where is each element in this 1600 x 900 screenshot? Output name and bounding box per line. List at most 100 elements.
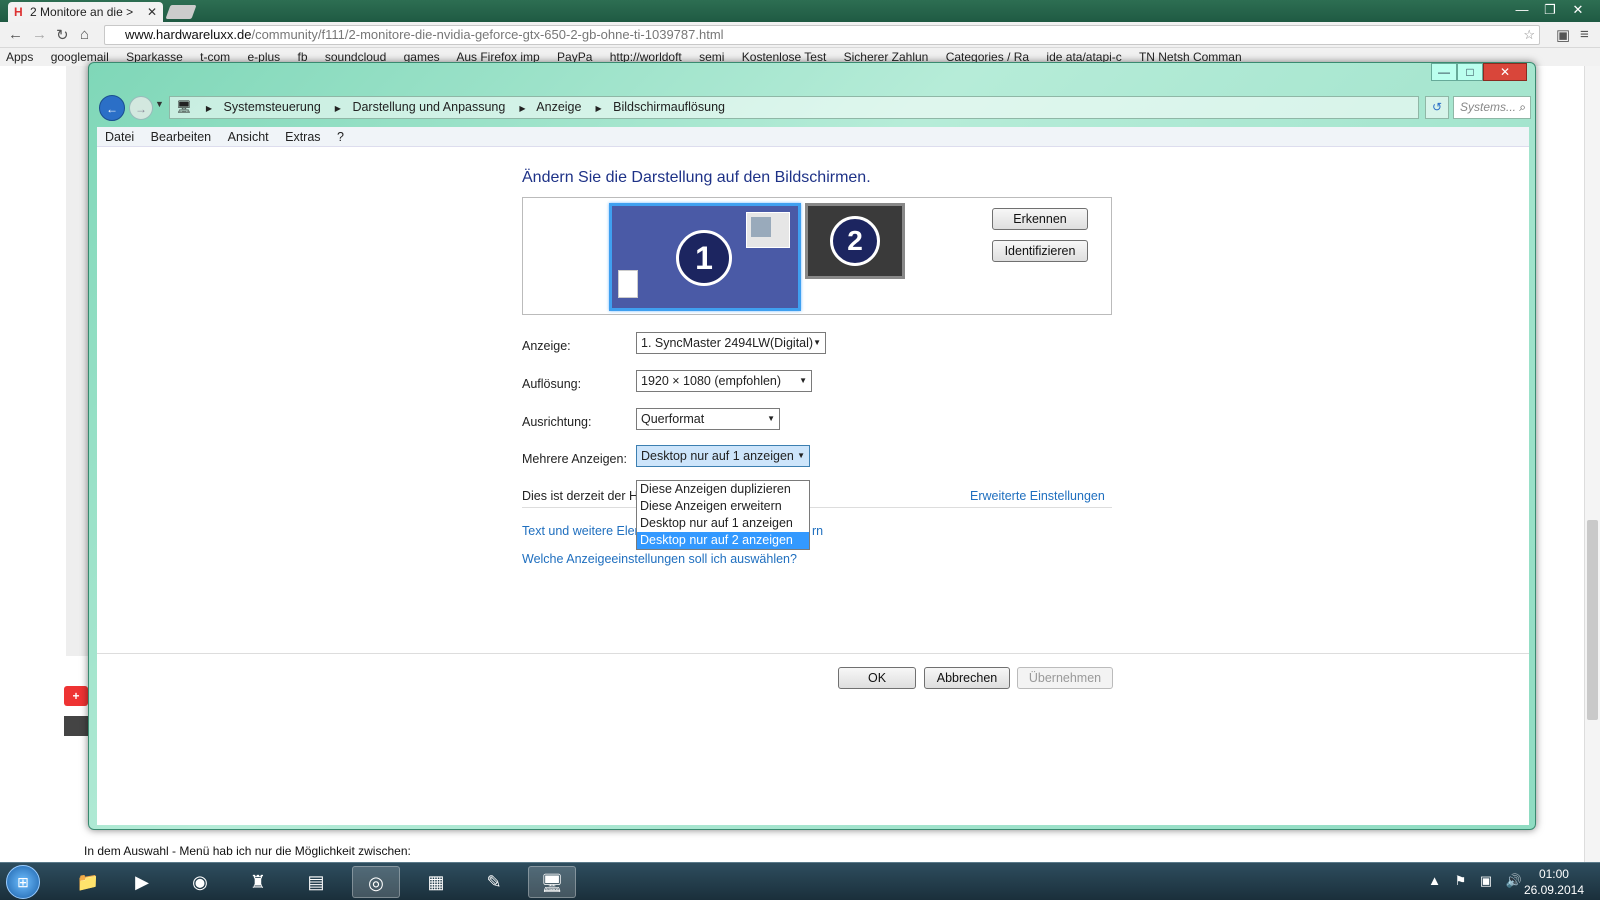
monitor-number: 1 <box>676 230 732 286</box>
option-only-1[interactable]: Desktop nur auf 1 anzeigen <box>637 515 809 532</box>
clock-time: 01:00 <box>1538 867 1569 881</box>
refresh-icon[interactable]: ↺ <box>1425 96 1449 119</box>
bookmark-apps[interactable]: Apps <box>6 50 33 64</box>
tray-expand-icon[interactable]: ▲ <box>1428 873 1441 888</box>
browser-window-controls: — ❐ ✕ <box>1508 0 1592 20</box>
window-app-icon[interactable]: ▤ <box>292 866 340 898</box>
main-content: Ändern Sie die Darstellung auf den Bilds… <box>97 147 1529 825</box>
maximize-icon[interactable]: □ <box>1457 63 1483 81</box>
ok-button[interactable]: OK <box>838 667 916 689</box>
taskbar: ⊞ 📁 ▶ ◉ ♜ ▤ ◎ ▦ ✎ 🖥 ▲ ⚑ ▣ 🔊 01:00 26.09.… <box>0 862 1600 900</box>
page-title: Ändern Sie die Darstellung auf den Bilds… <box>522 169 871 186</box>
menu-datei[interactable]: Datei <box>105 130 134 144</box>
option-duplicate[interactable]: Diese Anzeigen duplizieren <box>637 481 809 498</box>
home-icon[interactable]: ⌂ <box>80 26 89 43</box>
media-player-icon[interactable]: ▶ <box>118 866 166 898</box>
text-size-link-end[interactable]: rn <box>812 524 823 538</box>
chrome-icon[interactable]: ◎ <box>352 866 400 898</box>
monitor-arrangement: 1 2 Erkennen Identifizieren <box>522 197 1112 315</box>
page-scrollbar[interactable] <box>1584 66 1600 862</box>
menu-help[interactable]: ? <box>337 130 344 144</box>
apps-grid-icon[interactable]: ▦ <box>412 866 460 898</box>
explorer-icon[interactable]: 📁 <box>64 866 112 898</box>
option-only-2[interactable]: Desktop nur auf 2 anzeigen <box>637 532 809 549</box>
screen-resolution-window: — □ ✕ ← → ▼ 🖥 ▶ Systemsteuerung ▶ Darstell… <box>88 62 1536 830</box>
breadcrumb-arrow-icon[interactable]: ▶ <box>206 104 212 113</box>
forward-icon[interactable]: → <box>32 26 47 43</box>
breadcrumb-arrow-icon[interactable]: ▶ <box>595 104 601 113</box>
background-dark-button[interactable] <box>64 716 88 736</box>
search-placeholder: Systems... <box>1460 100 1517 114</box>
clock[interactable]: 01:00 26.09.2014 <box>1524 866 1584 898</box>
forward-button[interactable]: → <box>129 96 153 120</box>
bookmark-star-icon[interactable]: ☆ <box>1523 26 1535 44</box>
breadcrumb-item[interactable]: Bildschirmauflösung <box>613 100 725 114</box>
multiple-displays-label: Mehrere Anzeigen: <box>522 452 627 466</box>
minimize-icon[interactable]: — <box>1431 63 1457 81</box>
footer-divider <box>97 653 1529 654</box>
control-panel-icon[interactable]: 🖥 <box>528 866 576 898</box>
back-icon[interactable]: ← <box>8 26 23 43</box>
menu-extras[interactable]: Extras <box>285 130 320 144</box>
sidebar-preview-icon <box>618 270 638 298</box>
help-link[interactable]: Welche Anzeigeeinstellungen soll ich aus… <box>522 552 797 566</box>
breadcrumb-arrow-icon[interactable]: ▶ <box>519 104 525 113</box>
cancel-button[interactable]: Abbrechen <box>924 667 1010 689</box>
network-icon[interactable]: ▣ <box>1480 873 1492 888</box>
site-favicon-icon: H <box>14 5 23 19</box>
reload-icon[interactable]: ↻ <box>56 26 69 44</box>
window-controls: — □ ✕ <box>1431 63 1527 81</box>
chrome-menu-icon[interactable]: ≡ <box>1580 26 1589 43</box>
recent-pages-dropdown-icon[interactable]: ▼ <box>155 99 164 109</box>
close-icon[interactable]: ✕ <box>1564 0 1592 20</box>
divider <box>522 507 1112 508</box>
search-icon[interactable]: ⌕ <box>1519 97 1526 118</box>
display-select[interactable]: 1. SyncMaster 2494LW(Digital) <box>636 332 826 354</box>
menu-bar: Datei Bearbeiten Ansicht Extras ? <box>97 127 1529 147</box>
flag-icon[interactable]: ⚑ <box>1455 873 1467 888</box>
menu-ansicht[interactable]: Ansicht <box>228 130 269 144</box>
browser-toolbar: ← → ↻ ⌂ www.hardwareluxx.de/community/f1… <box>0 22 1600 48</box>
url-bar[interactable]: www.hardwareluxx.de/community/f111/2-mon… <box>104 25 1540 45</box>
multiple-displays-select[interactable]: Desktop nur auf 1 anzeigen <box>636 445 810 467</box>
scrollbar-thumb[interactable] <box>1587 520 1598 720</box>
identify-button[interactable]: Identifizieren <box>992 240 1088 262</box>
orientation-select[interactable]: Querformat <box>636 408 780 430</box>
close-icon[interactable]: ✕ <box>1483 63 1527 81</box>
display-label: Anzeige: <box>522 339 571 353</box>
volume-icon[interactable]: 🔊 <box>1506 873 1522 888</box>
main-display-info: Dies ist derzeit der H <box>522 489 639 503</box>
breadcrumb-item[interactable]: Systemsteuerung <box>224 100 321 114</box>
game-icon[interactable]: ♜ <box>234 866 282 898</box>
monitor-1[interactable]: 1 <box>609 203 801 311</box>
steam-icon[interactable]: ◉ <box>176 866 224 898</box>
tab-close-icon[interactable]: ✕ <box>147 2 157 22</box>
url-host: www.hardwareluxx.de <box>125 27 252 42</box>
restore-icon[interactable]: ❐ <box>1536 0 1564 20</box>
menu-bearbeiten[interactable]: Bearbeiten <box>151 130 211 144</box>
text-size-link[interactable]: Text und weitere Eler <box>522 524 639 538</box>
orientation-label: Ausrichtung: <box>522 415 592 429</box>
advanced-settings-link[interactable]: Erweiterte Einstellungen <box>970 489 1105 503</box>
search-input[interactable]: Systems... ⌕ <box>1453 96 1531 119</box>
background-post-text: In dem Auswahl - Menü hab ich nur die Mö… <box>84 844 411 858</box>
resolution-select[interactable]: 1920 × 1080 (empfohlen) <box>636 370 812 392</box>
minimize-icon[interactable]: — <box>1508 0 1536 20</box>
extension-icon[interactable]: ▣ <box>1556 26 1570 44</box>
detect-button[interactable]: Erkennen <box>992 208 1088 230</box>
browser-tabstrip: H 2 Monitore an die > ✕ — ❐ ✕ <box>0 0 1600 22</box>
notepad-icon[interactable]: ✎ <box>470 866 518 898</box>
breadcrumb-item[interactable]: Darstellung und Anpassung <box>352 100 505 114</box>
breadcrumb[interactable]: 🖥 ▶ Systemsteuerung ▶ Darstellung und Anpa… <box>169 96 1419 119</box>
breadcrumb-arrow-icon[interactable]: ▶ <box>335 104 341 113</box>
apply-button[interactable]: Übernehmen <box>1017 667 1113 689</box>
new-tab-button[interactable] <box>165 5 197 19</box>
back-button[interactable]: ← <box>99 95 125 121</box>
breadcrumb-item[interactable]: Anzeige <box>536 100 581 114</box>
browser-tab[interactable]: H 2 Monitore an die > ✕ <box>8 2 163 22</box>
clock-date: 26.09.2014 <box>1523 883 1584 897</box>
background-plus-button[interactable]: + <box>64 686 88 706</box>
monitor-2[interactable]: 2 <box>805 203 905 279</box>
option-extend[interactable]: Diese Anzeigen erweitern <box>637 498 809 515</box>
start-button-icon[interactable]: ⊞ <box>6 865 40 899</box>
